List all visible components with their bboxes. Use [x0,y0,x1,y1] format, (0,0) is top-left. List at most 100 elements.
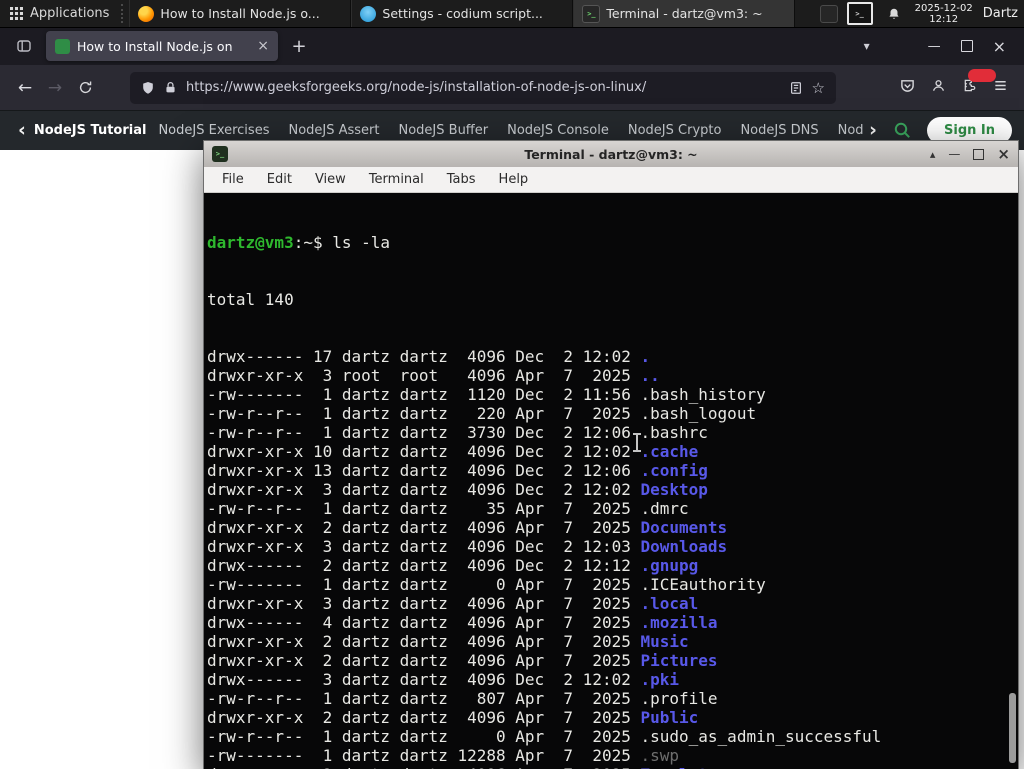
tab-close-icon[interactable]: × [255,38,271,54]
clock-date: 2025-12-02 [914,2,973,14]
tracking-protection-shield-icon[interactable] [141,81,155,95]
user-menu[interactable]: Dartz [981,0,1024,27]
url-bar[interactable]: https://www.geeksforgeeks.org/node-js/in… [130,71,836,104]
terminal-menubar: File Edit View Terminal Tabs Help [204,167,1018,193]
terminal-prompt-line: dartz@vm3:~$ ls -la [207,233,1018,252]
file-meta: drwxr-xr-x 2 dartz dartz 4096 Apr 7 2025 [207,651,641,670]
taskbar-window-button[interactable]: How to Install Node.js o... [129,0,352,27]
prompt-suffix: :~$ [293,233,333,252]
browser-tab-bar: How to Install Node.js on × + ▾ — × [0,27,1024,65]
terminal-app-icon: >_ [212,146,228,162]
browser-tab[interactable]: How to Install Node.js on × [46,31,278,61]
site-nav-link[interactable]: Node [838,123,864,138]
window-close-button[interactable]: × [993,37,1006,56]
tray-window-icon[interactable] [819,4,838,23]
file-meta: drwxr-xr-x 13 dartz dartz 4096 Dec 2 12:… [207,461,641,480]
terminal-output[interactable]: dartz@vm3:~$ ls -la total 140 drwx------… [204,193,1018,769]
lock-icon[interactable] [164,81,177,94]
taskbar-window-button[interactable]: Settings - codium script... [351,0,574,27]
account-icon[interactable] [931,78,946,97]
nav-scroll-right-chevron-icon[interactable]: › [863,119,883,141]
terminal-close-button[interactable]: × [997,145,1010,163]
terminal-line: -rw------- 1 dartz dartz 0 Apr 7 2025 .I… [207,575,1018,594]
geeksforgeeks-favicon [55,38,70,54]
system-tray: >_ [812,0,881,27]
file-name: Templates [640,765,727,769]
file-name: .bashrc [640,423,708,442]
reader-mode-icon[interactable] [789,81,803,95]
terminal-menu-tabs[interactable]: Tabs [447,172,476,187]
file-name: .cache [640,442,699,461]
terminal-line: drwxr-xr-x 2 dartz dartz 4096 Apr 7 2025… [207,632,1018,651]
firefox-icon [138,5,155,22]
file-name: .bash_history [640,385,766,404]
site-nav-link[interactable]: NodeJS Exercises [158,123,269,138]
terminal-minimize-button[interactable]: — [948,147,960,161]
terminal-line: drwxr-xr-x 2 dartz dartz 4096 Apr 7 2025… [207,651,1018,670]
notifications-bell-icon[interactable] [881,0,907,27]
site-nav-active-item[interactable]: NodeJS Tutorial [34,123,147,138]
forward-button[interactable]: → [40,73,70,103]
terminal-menu-file[interactable]: File [222,172,244,187]
reload-button[interactable] [70,73,100,103]
applications-menu-button[interactable]: Applications [0,0,119,27]
clock[interactable]: 2025-12-02 12:12 [907,0,981,27]
window-minimize-button[interactable]: — [928,39,941,54]
site-nav-link[interactable]: NodeJS Buffer [399,123,489,138]
terminal-line: -rw-r--r-- 1 dartz dartz 3730 Dec 2 12:0… [207,423,1018,442]
file-meta: -rw-r--r-- 1 dartz dartz 35 Apr 7 2025 [207,499,641,518]
terminal-line: -rw------- 1 dartz dartz 1120 Dec 2 11:5… [207,385,1018,404]
hamburger-menu-icon[interactable] [993,78,1008,97]
file-meta: drwx------ 4 dartz dartz 4096 Apr 7 2025 [207,613,641,632]
new-tab-button[interactable]: + [286,33,312,59]
nav-scroll-left-chevron-icon[interactable]: ‹ [12,119,32,141]
terminal-line: drwxr-xr-x 2 dartz dartz 4096 Apr 7 2025… [207,765,1018,769]
file-name: Documents [640,518,728,537]
terminal-line: drwxr-xr-x 13 dartz dartz 4096 Dec 2 12:… [207,461,1018,480]
file-name: .config [640,461,708,480]
terminal-line: -rw-r--r-- 1 dartz dartz 35 Apr 7 2025 .… [207,499,1018,518]
taskbar-window-list: How to Install Node.js o... Settings - co… [129,0,796,27]
window-maximize-button[interactable] [960,40,973,52]
terminal-line: drwx------ 17 dartz dartz 4096 Dec 2 12:… [207,347,1018,366]
bookmark-star-icon[interactable]: ☆ [812,79,825,97]
file-meta: drwxr-xr-x 3 dartz dartz 4096 Apr 7 2025 [207,594,641,613]
terminal-menu-help[interactable]: Help [499,172,529,187]
back-button[interactable]: ← [10,73,40,103]
terminal-shade-button[interactable]: ▴ [930,148,936,161]
file-name: .bash_logout [640,404,757,423]
site-nav-items: NodeJS Exercises NodeJS Assert NodeJS Buff… [158,123,863,138]
terminal-line: drwxr-xr-x 3 dartz dartz 4096 Apr 7 2025… [207,594,1018,613]
terminal-menu-edit[interactable]: Edit [267,172,292,187]
pocket-save-icon[interactable] [900,78,915,97]
taskbar: Applications How to Install Node.js o...… [0,0,1024,28]
terminal-menu-terminal[interactable]: Terminal [369,172,424,187]
url-text[interactable]: https://www.geeksforgeeks.org/node-js/in… [186,80,780,95]
file-meta: -rw-r--r-- 1 dartz dartz 0 Apr 7 2025 [207,727,641,746]
terminal-menu-view[interactable]: View [315,172,346,187]
terminal-line: -rw------- 1 dartz dartz 12288 Apr 7 202… [207,746,1018,765]
site-nav-link[interactable]: NodeJS Assert [288,123,379,138]
terminal-titlebar[interactable]: >_ Terminal - dartz@vm3: ~ ▴ — × [204,141,1018,167]
file-name: Desktop [640,480,708,499]
taskbar-window-title: How to Install Node.js o... [160,6,320,21]
site-nav-link[interactable]: NodeJS Console [507,123,609,138]
taskbar-window-button[interactable]: >_ Terminal - dartz@vm3: ~ [573,0,796,27]
site-nav-link[interactable]: NodeJS DNS [740,123,818,138]
tab-title: How to Install Node.js on [77,38,233,54]
site-nav-link[interactable]: NodeJS Crypto [628,123,722,138]
list-all-tabs-chevron-icon[interactable]: ▾ [864,39,870,53]
file-meta: drwxr-xr-x 2 dartz dartz 4096 Apr 7 2025 [207,708,641,727]
file-meta: drwx------ 2 dartz dartz 4096 Dec 2 12:1… [207,556,641,575]
firefox-view-icon[interactable] [10,32,38,60]
search-icon[interactable] [893,121,911,139]
terminal-maximize-button[interactable] [973,148,985,160]
codium-icon [360,5,377,22]
file-name: .pki [640,670,680,689]
tray-terminal-icon[interactable]: >_ [846,2,873,25]
file-name: Music [640,632,689,651]
terminal-line: drwx------ 4 dartz dartz 4096 Apr 7 2025… [207,613,1018,632]
terminal-line: drwxr-xr-x 2 dartz dartz 4096 Apr 7 2025… [207,518,1018,537]
terminal-line: drwxr-xr-x 3 dartz dartz 4096 Dec 2 12:0… [207,480,1018,499]
terminal-scrollbar-thumb[interactable] [1009,693,1016,763]
